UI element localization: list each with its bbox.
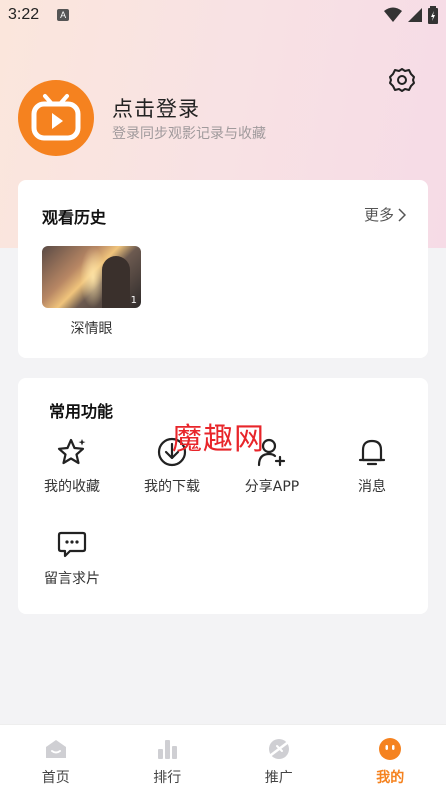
- request-film-button[interactable]: 留言求片: [22, 528, 122, 588]
- watermark: 魔趣网: [172, 422, 265, 457]
- star-icon: [57, 438, 86, 465]
- promote-icon: [268, 739, 289, 759]
- home-icon: [45, 740, 66, 758]
- history-card: 观看历史 更多 1 深情眼: [18, 180, 428, 358]
- history-more-link[interactable]: 更多: [364, 204, 406, 225]
- messages-button[interactable]: 消息: [322, 436, 422, 496]
- tab-profile-label: 我的: [376, 770, 405, 786]
- tab-home-label: 首页: [41, 770, 70, 786]
- history-item-thumbnail[interactable]: 1: [42, 246, 141, 308]
- favorites-button[interactable]: 我的收藏: [22, 436, 122, 496]
- bottom-tabbar: 首页 排行 推广 我的: [0, 724, 446, 794]
- functions-title: 常用功能: [49, 402, 114, 421]
- tab-ranking-label: 排行: [153, 770, 182, 786]
- status-icons: [384, 6, 438, 24]
- more-label: 更多: [363, 206, 394, 224]
- tab-home[interactable]: 首页: [0, 725, 112, 794]
- tv-logo-icon: [31, 94, 81, 141]
- chevron-right-icon: [398, 207, 406, 222]
- login-subtitle: 登录同步观影记录与收藏: [112, 126, 266, 142]
- tab-promote[interactable]: 推广: [223, 725, 335, 794]
- settings-button[interactable]: [388, 66, 416, 94]
- messages-label: 消息: [358, 479, 386, 495]
- share-app-label: 分享APP: [244, 479, 300, 495]
- tab-profile[interactable]: 我的: [335, 725, 446, 794]
- status-bar: 3:22 A: [0, 0, 446, 30]
- message-icon: [57, 531, 87, 558]
- ranking-icon: [158, 740, 178, 759]
- notification-app-icon: A: [57, 9, 70, 21]
- history-title: 观看历史: [42, 208, 107, 227]
- downloads-label: 我的下载: [144, 479, 200, 495]
- login-title[interactable]: 点击登录: [112, 93, 200, 123]
- gear-icon: [389, 68, 415, 92]
- bell-icon: [358, 439, 386, 466]
- tab-ranking[interactable]: 排行: [112, 725, 224, 794]
- signal-icon: [408, 8, 422, 22]
- tab-promote-label: 推广: [264, 770, 293, 786]
- wifi-icon: [384, 7, 402, 22]
- battery-icon: [428, 6, 438, 24]
- history-item-title[interactable]: 深情眼: [42, 318, 141, 338]
- request-film-label: 留言求片: [44, 571, 100, 587]
- status-time: 3:22: [8, 6, 40, 23]
- profile-icon: [379, 738, 402, 760]
- thumbnail-figure: [102, 256, 130, 308]
- avatar[interactable]: [18, 80, 94, 156]
- favorites-label: 我的收藏: [44, 479, 100, 495]
- history-item-badge: 1: [130, 295, 137, 306]
